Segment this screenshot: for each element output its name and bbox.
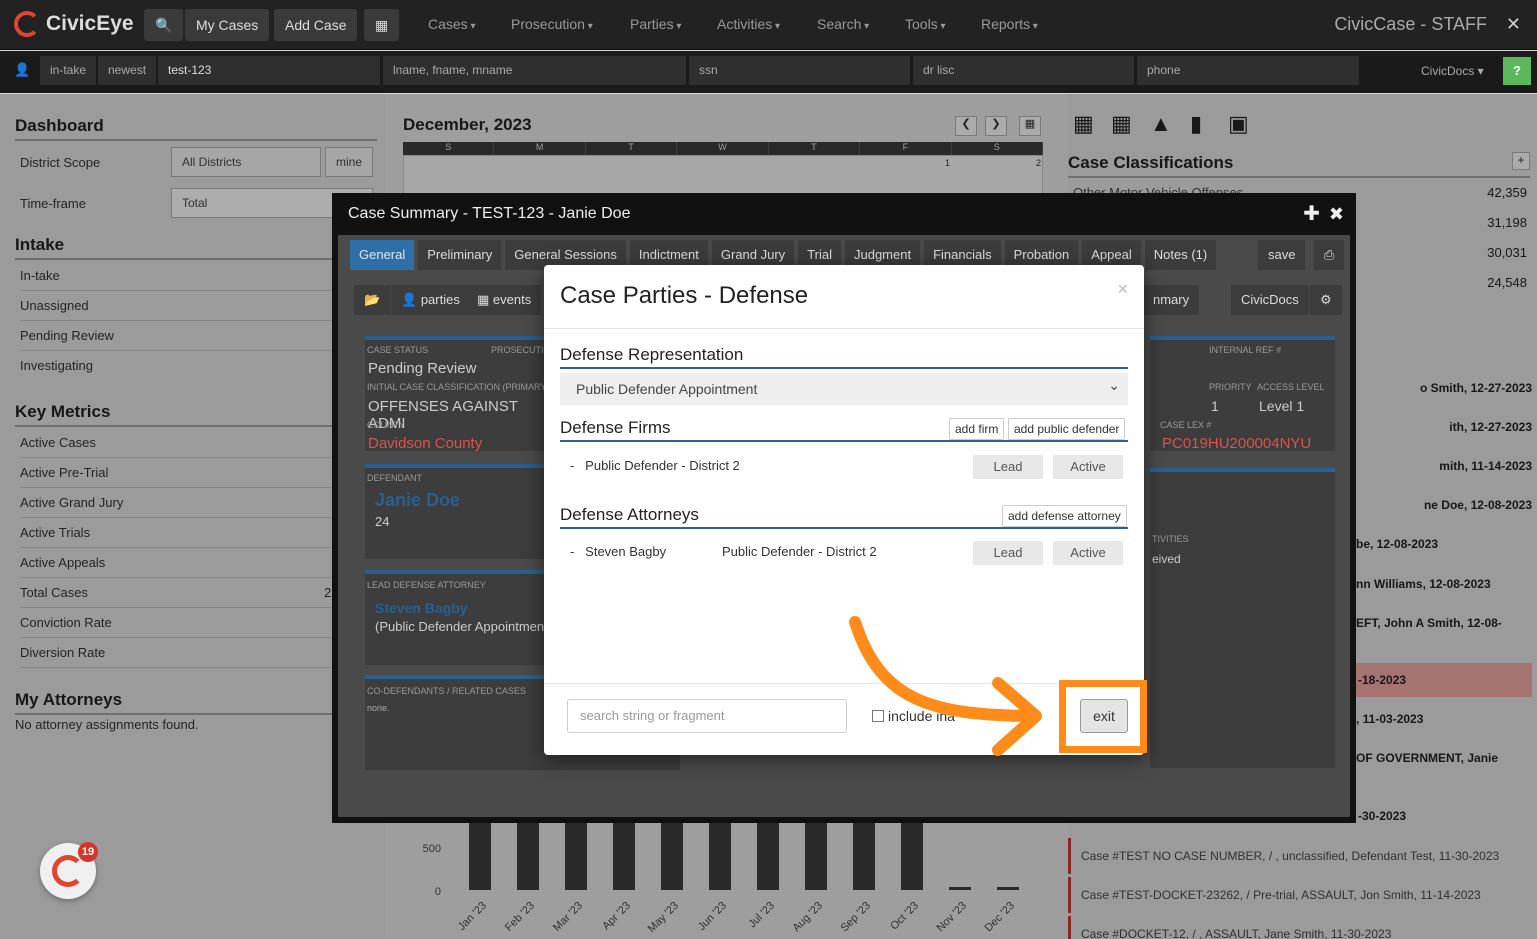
civiceye-logo-icon [52,855,84,887]
notification-badge: 19 [78,842,98,862]
exit-button[interactable]: exit [1080,699,1128,733]
annotation-arrow [849,616,1042,756]
